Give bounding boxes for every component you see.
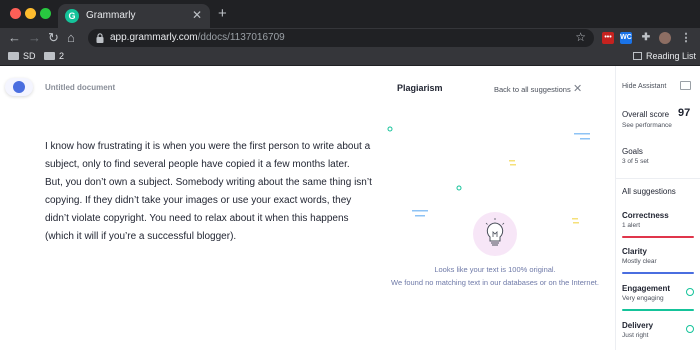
goals-status: 3 of 5 set <box>622 158 649 165</box>
overall-score-value: 97 <box>678 107 691 119</box>
lightbulb-icon <box>485 218 505 246</box>
minimize-window-button[interactable] <box>25 8 36 19</box>
browser-toolbar: ← → ↻ ⌂ app.grammarly.com/ddocs/11370167… <box>0 28 700 48</box>
paragraph: But, you don’t own a subject. Somebody w… <box>45 177 372 242</box>
lock-icon <box>96 33 104 43</box>
grammarly-logo-icon <box>13 81 25 93</box>
back-to-suggestions-link[interactable]: Back to all suggestions <box>494 85 571 94</box>
category-name: Engagement <box>622 284 671 293</box>
category-name: Delivery <box>622 321 654 330</box>
url-text: app.grammarly.com/ddocs/1137016709 <box>110 32 285 43</box>
panel-toggle-icon[interactable] <box>680 81 691 90</box>
grammarly-app: Untitled document I know how frustrating… <box>0 66 700 350</box>
folder-icon <box>8 52 19 60</box>
goals-label[interactable]: Goals <box>622 147 643 156</box>
category-engagement[interactable]: Engagement Very engaging <box>622 284 694 311</box>
category-status: Just right <box>622 332 649 339</box>
all-suggestions-button[interactable]: All suggestions <box>622 187 676 196</box>
new-tab-button[interactable]: + <box>218 5 227 22</box>
address-bar[interactable]: app.grammarly.com/ddocs/1137016709 ☆ <box>88 29 594 47</box>
document-editor[interactable]: I know how frustrating it is when you we… <box>45 138 375 246</box>
browser-tab-bar: G Grammarly ✕ + <box>0 0 700 28</box>
grammarly-favicon-icon: G <box>65 9 79 23</box>
category-bar <box>622 309 694 311</box>
original-text-message: Looks like your text is 100% original. <box>434 265 556 274</box>
delivery-status-icon <box>686 325 694 333</box>
browser-tab[interactable]: G Grammarly ✕ <box>58 4 210 28</box>
profile-avatar[interactable] <box>659 32 671 44</box>
hide-assistant-button[interactable]: Hide Assistant <box>622 83 666 90</box>
tab-close-icon[interactable]: ✕ <box>192 8 202 22</box>
divider <box>616 178 700 179</box>
plagiarism-title: Plagiarism <box>397 83 443 93</box>
category-correctness[interactable]: Correctness 1 alert <box>622 211 694 238</box>
bookmark-star-icon[interactable]: ☆ <box>575 30 586 44</box>
paragraph: I know how frustrating it is when you we… <box>45 141 371 170</box>
zoom-window-button[interactable] <box>40 8 51 19</box>
close-window-button[interactable] <box>10 8 21 19</box>
category-name: Clarity <box>622 247 647 256</box>
lightbulb-illustration <box>473 212 517 256</box>
category-status: Mostly clear <box>622 258 657 265</box>
overall-score-label[interactable]: Overall score <box>622 110 669 119</box>
category-name: Correctness <box>622 211 669 220</box>
folder-icon <box>44 52 55 60</box>
close-icon[interactable]: ✕ <box>573 82 582 95</box>
extension-wc-icon[interactable]: WC <box>620 32 632 44</box>
back-arrow-icon[interactable]: ← <box>8 30 21 46</box>
extension-red-icon[interactable]: ••• <box>602 32 614 44</box>
reload-icon[interactable]: ↻ <box>48 30 59 46</box>
extensions-puzzle-icon[interactable]: ✚ <box>640 32 652 44</box>
category-clarity[interactable]: Clarity Mostly clear <box>622 247 694 274</box>
plagiarism-panel: Plagiarism Back to all suggestions ✕ Loo… <box>375 66 615 350</box>
home-icon[interactable]: ⌂ <box>67 30 75 46</box>
engagement-status-icon <box>686 288 694 296</box>
category-status: Very engaging <box>622 295 664 302</box>
bookmark-folder-2[interactable]: 2 <box>44 51 64 61</box>
category-status: 1 alert <box>622 222 641 229</box>
menu-kebab-icon[interactable]: ⋮ <box>680 32 692 44</box>
document-title[interactable]: Untitled document <box>45 83 115 92</box>
no-match-message: We found no matching text in our databas… <box>391 278 599 287</box>
bookmark-folder-sd[interactable]: SD <box>8 51 36 61</box>
see-performance-link[interactable]: See performance <box>622 122 672 129</box>
assistant-sidebar: Hide Assistant Overall score 97 See perf… <box>615 66 700 350</box>
category-bar <box>622 236 694 238</box>
forward-arrow-icon[interactable]: → <box>28 30 41 46</box>
category-bar <box>622 272 694 274</box>
reading-list-button[interactable]: Reading List <box>633 51 696 61</box>
bookmarks-bar: SD 2 Reading List <box>0 48 700 66</box>
reading-list-icon <box>633 52 642 60</box>
category-delivery[interactable]: Delivery Just right <box>622 321 694 339</box>
tab-title: Grammarly <box>86 10 136 21</box>
home-menu-button[interactable] <box>5 78 33 96</box>
